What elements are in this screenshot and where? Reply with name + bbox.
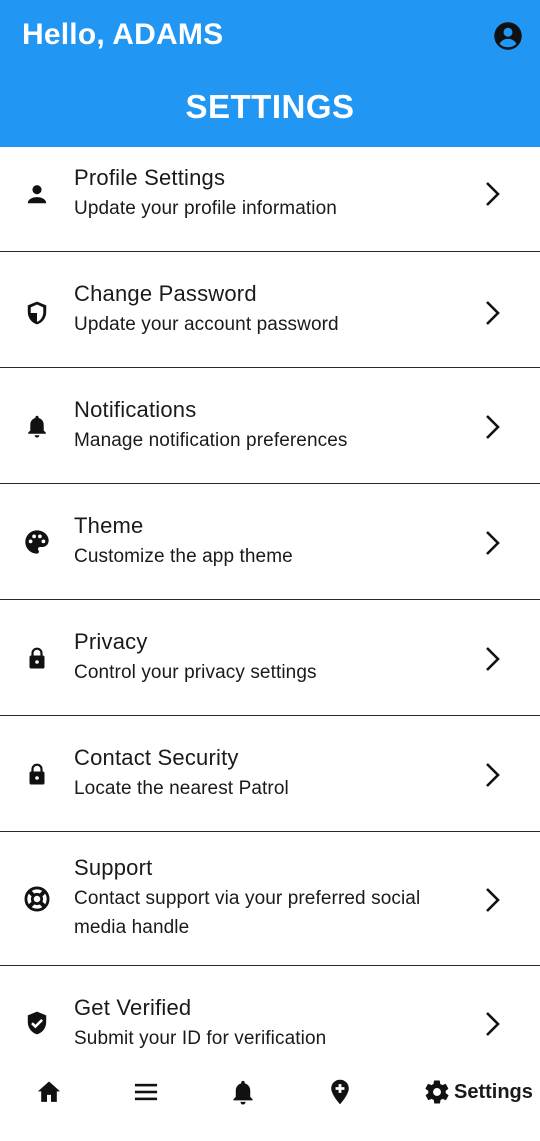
chevron-right-icon <box>480 298 504 328</box>
gear-icon <box>425 1080 449 1104</box>
settings-item-title: Theme <box>74 513 144 538</box>
chevron-right-icon <box>480 644 504 674</box>
settings-item-title: Support <box>74 855 153 880</box>
settings-item-contact-security[interactable]: Contact Security Locate the nearest Patr… <box>0 716 540 832</box>
settings-item-title: Get Verified <box>74 995 192 1020</box>
lock-icon <box>22 643 52 673</box>
settings-item-support[interactable]: Support Contact support via your preferr… <box>0 832 540 966</box>
nav-settings-label: Settings <box>454 1080 533 1103</box>
account-button[interactable] <box>492 20 524 52</box>
chevron-right-icon <box>480 179 504 209</box>
settings-item-change-password[interactable]: Change Password Update your account pass… <box>0 252 540 368</box>
bell-icon <box>233 1080 253 1105</box>
settings-item-subtitle: Control your privacy settings <box>74 662 317 683</box>
settings-item-title: Notifications <box>74 397 197 422</box>
settings-item-title: Profile Settings <box>74 165 226 190</box>
chevron-right-icon <box>480 412 504 442</box>
page-title: SETTINGS <box>185 88 355 125</box>
account-circle-icon <box>494 22 522 50</box>
settings-item-theme[interactable]: Theme Customize the app theme <box>0 484 540 600</box>
lifebuoy-icon <box>22 884 52 914</box>
settings-item-notifications[interactable]: Notifications Manage notification prefer… <box>0 368 540 484</box>
settings-item-privacy[interactable]: Privacy Control your privacy settings <box>0 600 540 716</box>
lock-icon <box>22 759 52 789</box>
chevron-right-icon <box>480 528 504 558</box>
location-add-icon <box>331 1079 349 1105</box>
home-icon <box>37 1081 61 1102</box>
settings-item-title: Change Password <box>74 281 257 306</box>
menu-icon <box>134 1083 158 1101</box>
shield-icon <box>22 298 52 328</box>
nav-notifications-button[interactable] <box>229 1076 257 1108</box>
settings-item-subtitle: Submit your ID for verification <box>74 1028 327 1049</box>
settings-item-subtitle: Locate the nearest Patrol <box>74 778 289 799</box>
settings-item-subtitle: Customize the app theme <box>74 546 293 567</box>
settings-item-title: Contact Security <box>74 745 239 770</box>
palette-icon <box>22 527 52 557</box>
chevron-right-icon <box>480 760 504 790</box>
settings-list: Profile Settings Update your profile inf… <box>0 147 540 1086</box>
nav-home-button[interactable] <box>35 1076 63 1108</box>
bell-icon <box>22 411 52 441</box>
app-header: Hello, ADAMS SETTINGS <box>0 0 540 147</box>
settings-item-subtitle: Update your profile information <box>74 198 337 219</box>
settings-item-subtitle: Update your account password <box>74 314 339 335</box>
bottom-navigation: Settings <box>0 1062 540 1141</box>
chevron-right-icon <box>480 885 504 915</box>
person-icon <box>22 179 52 209</box>
chevron-right-icon <box>480 1009 504 1039</box>
nav-menu-button[interactable] <box>132 1076 160 1108</box>
verified-shield-icon <box>22 1008 52 1038</box>
settings-item-subtitle: Manage notification preferences <box>74 430 348 451</box>
settings-item-title: Privacy <box>74 629 148 654</box>
settings-item-subtitle: Contact support via your preferred socia… <box>74 888 421 938</box>
nav-location-button[interactable] <box>326 1076 354 1108</box>
settings-item-profile[interactable]: Profile Settings Update your profile inf… <box>0 147 540 252</box>
greeting-text: Hello, ADAMS <box>22 18 224 51</box>
nav-settings-button[interactable]: Settings <box>423 1076 533 1108</box>
